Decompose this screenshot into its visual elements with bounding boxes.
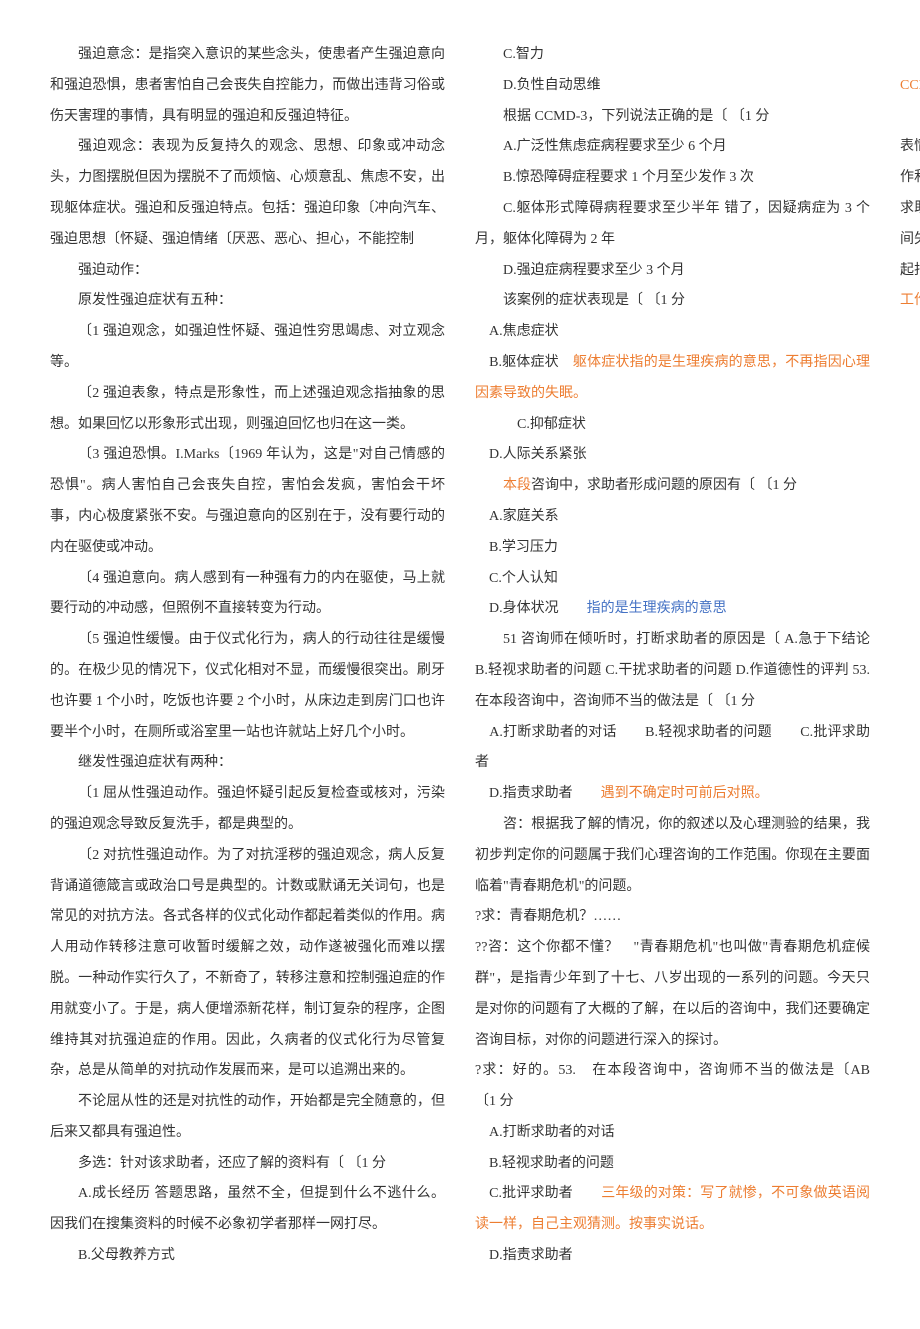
text-run: ?求：好的。53. 在本段咨询中，咨询师不当的做法是〔AB 〔1 分: [475, 1063, 898, 1109]
text-run: B.学习压力: [475, 540, 558, 555]
text-run: A.打断求助者的对话: [475, 1125, 615, 1140]
text-run: D.强迫症病程要求至少 3 个月: [503, 263, 685, 278]
text-run: B.躯体症状: [475, 355, 573, 370]
paragraph: 本段咨询中，求助者形成问题的原因有〔 〔1 分: [475, 471, 870, 502]
paragraph: B.躯体症状 躯体症状指的是生理疾病的意思，不再指因心理因素导致的失眠。: [475, 348, 870, 410]
text-run: 本段: [503, 478, 531, 493]
text-run: C.躯体形式障碍病程要求至少半年 错了，因疑病症为 3 个月，躯体化障碍为 2 …: [475, 201, 870, 247]
paragraph: B.父母教养方式: [50, 1241, 445, 1272]
paragraph: 不论屈从性的还是对抗性的动作，开始都是完全随意的，但后来又都具有强迫性。: [50, 1087, 445, 1149]
text-run: 许又新的评分标准是一个通科医生使用的，要确诊还是要用 CCMD—3.: [900, 47, 920, 93]
paragraph: 〔3 强迫恐惧。I.Marks〔1969 年认为，这是"对自己情感的恐惧"。病人…: [50, 440, 445, 563]
paragraph: ?求：好的。53. 在本段咨询中，咨询师不当的做法是〔AB 〔1 分: [475, 1056, 870, 1118]
paragraph: 〔1 屈从性强迫动作。强迫怀疑引起反复检查或核对，污染的强迫观念导致反复洗手，都…: [50, 779, 445, 841]
paragraph: 多选：针对该求助者，还应了解的资料有〔 〔1 分: [50, 1149, 445, 1180]
paragraph: 继发性强迫症状有两种：: [50, 748, 445, 779]
paragraph: C.批评求助者 三年级的对策：写了就惨，不可象做英语阅读一样，自己主观猜测。按事…: [475, 1179, 870, 1241]
paragraph: 咨：根据我了解的情况，你的叙述以及心理测验的结果，我初步判定你的问题属于我们心理…: [475, 810, 870, 902]
text-run: A.成长经历 答题思路，虽然不全，但提到什么不逃什么。因我们在搜集资料的时候不必…: [50, 1186, 445, 1232]
text-run: B.惊恐障碍症程要求 1 个月至少发作 3 次: [503, 170, 754, 185]
text-run: D.身体状况: [475, 601, 587, 616]
paragraph: C.抑郁症状: [475, 410, 870, 441]
paragraph: A.广泛性焦虑症病程要求至少 6 个月: [475, 132, 870, 163]
paragraph: D.人际关系紧张: [475, 440, 870, 471]
text-run: 〔5 强迫性缓慢。由于仪式化行为，病人的行动往往是缓慢的。在极少见的情况下，仪式…: [50, 632, 445, 739]
text-run: A.焦虑症状: [475, 324, 559, 339]
paragraph: D.指责求助者: [475, 1241, 870, 1272]
text-run: ?求：青春期危机？……: [475, 909, 621, 924]
paragraph: 原发性强迫症状有五种：: [50, 286, 445, 317]
text-run: D.指责求助者: [475, 786, 601, 801]
text-run: 继发性强迫症状有两种：: [78, 755, 232, 770]
text-run: C.智力: [503, 47, 544, 62]
paragraph: A.焦虑症状: [475, 317, 870, 348]
text-run: 强迫动作：: [78, 263, 148, 278]
paragraph: A.打断求助者的对话: [475, 1118, 870, 1149]
text-run: 强迫意念：是指突入意识的某些念头，使患者产生强迫意向和强迫恐惧，患者害怕自己会丧…: [50, 47, 445, 124]
text-run: 〔2 强迫表象，特点是形象性，而上述强迫观念指抽象的思想。如果回忆以形象形式出现…: [50, 386, 445, 432]
text-run: 根据 CCMD-3，下列说法正确的是〔 〔1 分: [503, 109, 769, 124]
text-run: 51 咨询师在倾听时，打断求助者的原因是〔 A.急于下结论 B.轻视求助者的问题…: [475, 632, 870, 709]
text-run: C.抑郁症状: [517, 417, 586, 432]
paragraph: C.智力: [475, 40, 870, 71]
paragraph: D.指责求助者 遇到不确定时可前后对照。: [475, 779, 870, 810]
paragraph: D.强迫症病程要求至少 3 个月: [475, 256, 870, 287]
paragraph: B.惊恐障碍症程要求 1 个月至少发作 3 次: [475, 163, 870, 194]
text-run: B.轻视求助者的问题: [475, 1156, 614, 1171]
paragraph: 强迫动作：: [50, 256, 445, 287]
text-run: 来就诊。求助者表情紧张，语音偏低，: [900, 109, 920, 155]
paragraph: C.个人认知: [475, 564, 870, 595]
text-run: 原发性强迫症状有五种：: [78, 293, 232, 308]
paragraph: A.成长经历 答题思路，虽然不全，但提到什么不逃什么。因我们在搜集资料的时候不必…: [50, 1179, 445, 1241]
paragraph: 51 咨询师在倾听时，打断求助者的原因是〔 A.急于下结论 B.轻视求助者的问题…: [475, 625, 870, 717]
text-run: 咨：根据我了解的情况，你的叙述以及心理测验的结果，我初步判定你的问题属于我们心理…: [475, 817, 870, 894]
paragraph: 〔2 强迫表象，特点是形象性，而上述强迫观念指抽象的思想。如果回忆以形象形式出现…: [50, 379, 445, 441]
text-run: 〔1 强迫观念，如强迫性怀疑、强迫性穷思竭虑、对立观念等。: [50, 324, 445, 370]
text-run: 〔3 强迫恐惧。I.Marks〔1969 年认为，这是"对自己情感的恐惧"。病人…: [50, 447, 445, 554]
text-run: D.人际关系紧张: [475, 447, 587, 462]
text-run: 强迫观念：表现为反复持久的观念、思想、印象或冲动念头，力图摆脱但因为摆脱不了而烦…: [50, 139, 445, 246]
text-run: 遇到不确定时可前后对照。: [601, 786, 769, 801]
text-run: C.批评求助者: [475, 1186, 601, 1201]
text-run: 〔4 强迫意向。病人感到有一种强有力的内在驱使，马上就要行动的冲动感，但照例不直…: [50, 571, 445, 617]
text-run: A.广泛性焦虑症病程要求至少 6 个月: [503, 139, 727, 154]
text-run: 〔1 屈从性强迫动作。强迫怀疑引起反复检查或核对，污染的强迫观念导致反复洗手，都…: [50, 786, 445, 832]
paragraph: 许又新的评分标准是一个通科医生使用的，要确诊还是要用 CCMD—3.: [900, 40, 920, 102]
text-run: 〔2 对抗性强迫动作。为了对抗淫秽的强迫观念，病人反复背诵道德箴言或政治口号是典…: [50, 848, 445, 1079]
paragraph: A.打断求助者的对话 B.轻视求助者的问题 C.批评求助者: [475, 718, 870, 780]
paragraph: B.学习压力: [475, 533, 870, 564]
paragraph: ?求：青春期危机？……: [475, 902, 870, 933]
text-run: 多选：针对该求助者，还应了解的资料有〔 〔1 分: [78, 1156, 386, 1171]
paragraph: 〔2 对抗性强迫动作。为了对抗淫秽的强迫观念，病人反复背诵道德箴言或政治口号是典…: [50, 841, 445, 1087]
paragraph: 〔4 强迫意向。病人感到有一种强有力的内在驱使，马上就要行动的冲动感，但照例不直…: [50, 564, 445, 626]
paragraph: 强迫观念：表现为反复持久的观念、思想、印象或冲动念头，力图摆脱但因为摆脱不了而烦…: [50, 132, 445, 255]
paragraph: 周某某，女，35 岁，统计员，由丈人陪伴来就诊。求助者表情紧张，语音偏低，主动谈…: [900, 102, 920, 318]
paragraph: C.躯体形式障碍病程要求至少半年 错了，因疑病症为 3 个月，躯体化障碍为 2 …: [475, 194, 870, 256]
paragraph: 〔5 强迫性缓慢。由于仪式化行为，病人的行动往往是缓慢的。在极少见的情况下，仪式…: [50, 625, 445, 748]
text-run: 指的是生理疾病的意思: [587, 601, 727, 616]
text-run: ??咨：这个你都不懂？ "青春期危机"也叫做"青春期危机症候群"，是指青少年到了…: [475, 940, 870, 1047]
paragraph: D.身体状况 指的是生理疾病的意思: [475, 594, 870, 625]
text-run: 该案例的症状表现是〔 〔1 分: [503, 293, 685, 308]
text-run: D.指责求助者: [475, 1248, 573, 1263]
text-run: D.负性自动思维: [503, 78, 601, 93]
paragraph: B.轻视求助者的问题: [475, 1149, 870, 1180]
document-page: 强迫意念：是指突入意识的某些念头，使患者产生强迫意向和强迫恐惧，患者害怕自己会丧…: [0, 0, 920, 1329]
paragraph: 该案例的症状表现是〔 〔1 分: [475, 286, 870, 317]
paragraph: D.负性自动思维: [475, 71, 870, 102]
paragraph: ??咨：这个你都不懂？ "青春期危机"也叫做"青春期危机症候群"，是指青少年到了…: [475, 933, 870, 1056]
text-run: 咨询中，求助者形成问题的原因有〔 〔1 分: [531, 478, 797, 493]
paragraph: 根据 CCMD-3，下列说法正确的是〔 〔1 分: [475, 102, 870, 133]
paragraph: 〔1 强迫观念，如强迫性怀疑、强迫性穷思竭虑、对立观念等。: [50, 317, 445, 379]
paragraph: A.家庭关系: [475, 502, 870, 533]
text-run: A.打断求助者的对话 B.轻视求助者的问题 C.批评求助者: [475, 725, 870, 771]
text-run: C.个人认知: [475, 571, 558, 586]
text-run: 不论屈从性的还是对抗性的动作，开始都是完全随意的，但后来又都具有强迫性。: [50, 1094, 445, 1140]
text-run: B.父母教养方式: [78, 1248, 175, 1263]
text-run: A.家庭关系: [475, 509, 559, 524]
paragraph: 强迫意念：是指突入意识的某些念头，使患者产生强迫意向和强迫恐惧，患者害怕自己会丧…: [50, 40, 445, 132]
